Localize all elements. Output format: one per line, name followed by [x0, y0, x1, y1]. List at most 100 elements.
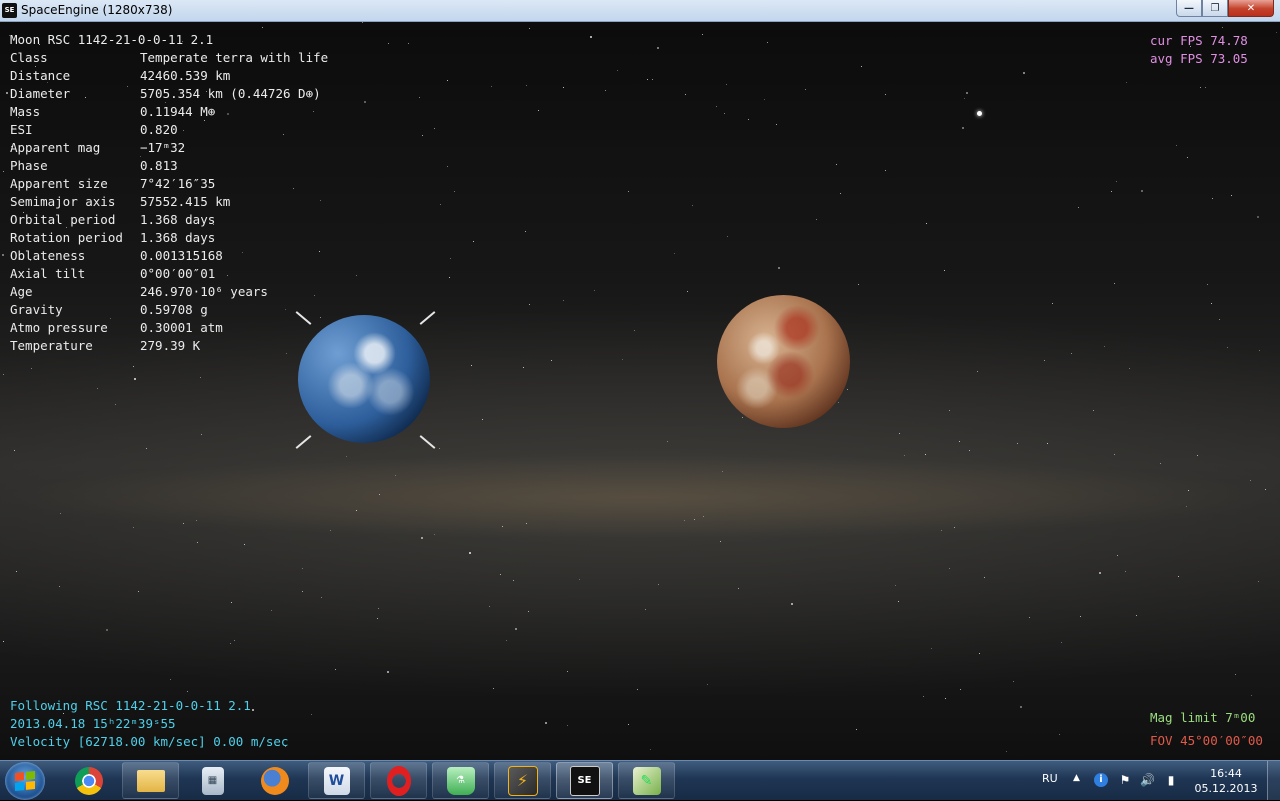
info-label: Apparent size [10, 176, 108, 191]
star [778, 267, 780, 269]
star [1258, 581, 1259, 582]
star [449, 277, 450, 278]
taskbar-paint-app[interactable]: ✎ [618, 762, 675, 799]
star [244, 544, 245, 545]
star [563, 87, 564, 88]
network-signal-icon[interactable]: ▮ [1164, 773, 1178, 787]
info-label: Class [10, 50, 48, 65]
window-title-bar[interactable]: SE SpaceEngine (1280x738) — ❐ ✕ [0, 0, 1280, 22]
star [196, 520, 197, 521]
maximize-button[interactable]: ❐ [1202, 0, 1228, 17]
star [1251, 695, 1252, 696]
minimize-button[interactable]: — [1176, 0, 1202, 17]
action-center-flag-icon[interactable]: ⚑ [1118, 773, 1132, 787]
star [702, 34, 703, 35]
star [931, 648, 932, 649]
taskbar-opera[interactable] [370, 762, 427, 799]
star [1029, 617, 1030, 618]
info-label: Mass [10, 104, 41, 119]
info-icon[interactable]: i [1094, 773, 1108, 787]
star [197, 542, 198, 543]
star [529, 304, 530, 305]
star [1125, 571, 1126, 572]
language-indicator[interactable]: RU [1042, 772, 1058, 785]
taskbar-calculator[interactable]: ▦ [184, 762, 241, 799]
velocity-readout: Velocity [62718.00 km/sec] 0.00 m/sec [10, 734, 289, 749]
star [440, 204, 441, 205]
star [622, 359, 623, 360]
star [526, 85, 527, 86]
info-value: −17ᵐ32 [140, 140, 186, 155]
star [567, 671, 568, 672]
star [1205, 87, 1206, 88]
show-hidden-icons-chevron-icon[interactable]: ▲ [1073, 773, 1080, 783]
start-button[interactable] [5, 762, 45, 800]
spaceengine-app-icon[interactable]: SE [2, 3, 17, 18]
star [302, 568, 303, 569]
info-row: Axial tilt 0°00′00″01 [10, 265, 328, 283]
star [311, 714, 312, 715]
star [170, 679, 171, 680]
taskbar-chrome[interactable] [60, 762, 117, 799]
info-value: 0.11944 M⊕ [140, 104, 216, 119]
volume-icon[interactable]: 🔊 [1140, 773, 1155, 787]
star [528, 611, 529, 612]
firefox-icon [260, 766, 289, 795]
star [954, 527, 955, 528]
selection-bracket-bottom-right [419, 435, 436, 449]
star [1187, 157, 1188, 158]
star [836, 164, 837, 165]
star [722, 471, 723, 472]
show-desktop-button[interactable] [1267, 761, 1280, 800]
flask-icon: ⚗ [446, 766, 475, 795]
star [1052, 303, 1053, 304]
bright-star [977, 111, 982, 116]
star [764, 99, 765, 100]
star [234, 640, 235, 641]
star [1099, 572, 1101, 574]
star [647, 79, 648, 80]
star [1186, 506, 1187, 507]
star [667, 441, 668, 442]
star [330, 530, 331, 531]
star [1212, 198, 1213, 199]
star [1276, 32, 1277, 33]
star [346, 456, 347, 457]
info-row: Atmo pressure 0.30001 atm [10, 319, 328, 337]
star [59, 586, 60, 587]
clock[interactable]: 16:44 05.12.2013 [1190, 766, 1262, 796]
taskbar-word[interactable]: W [308, 762, 365, 799]
star [230, 643, 231, 644]
info-value: 1.368 days [140, 230, 216, 245]
star [949, 410, 950, 411]
info-row: Temperature 279.39 K [10, 337, 328, 355]
star [302, 591, 303, 592]
star [450, 258, 451, 259]
close-button[interactable]: ✕ [1228, 0, 1274, 17]
star [945, 698, 946, 699]
star [6, 92, 8, 94]
selection-bracket-bottom-left [295, 435, 312, 449]
info-value: Temperate terra with life [140, 50, 329, 65]
info-row: Apparent mag −17ᵐ32 [10, 139, 328, 157]
star [1197, 455, 1198, 456]
info-value: 57552.415 km [140, 194, 231, 209]
selection-bracket-top-right [419, 311, 436, 325]
red-planet[interactable] [717, 295, 850, 428]
space-viewport[interactable]: Moon RSC 1142-21-0-0-11 2.1 Class Tempera… [0, 22, 1280, 760]
taskbar-spaceengine[interactable]: SE [556, 762, 613, 799]
star [146, 448, 147, 449]
taskbar-sparkle-app[interactable]: ⚡ [494, 762, 551, 799]
taskbar-firefox[interactable] [246, 762, 303, 799]
window-controls: — ❐ ✕ [1176, 0, 1274, 18]
taskbar-explorer[interactable] [122, 762, 179, 799]
star [1231, 195, 1232, 196]
info-row: Distance 42460.539 km [10, 67, 328, 85]
star [628, 191, 629, 192]
star [356, 275, 357, 276]
taskbar-flask-app[interactable]: ⚗ [432, 762, 489, 799]
star [1093, 410, 1094, 411]
star [364, 101, 366, 103]
star [1160, 463, 1161, 464]
fps-counter: cur FPS 74.78 avg FPS 73.05 [1150, 32, 1248, 68]
